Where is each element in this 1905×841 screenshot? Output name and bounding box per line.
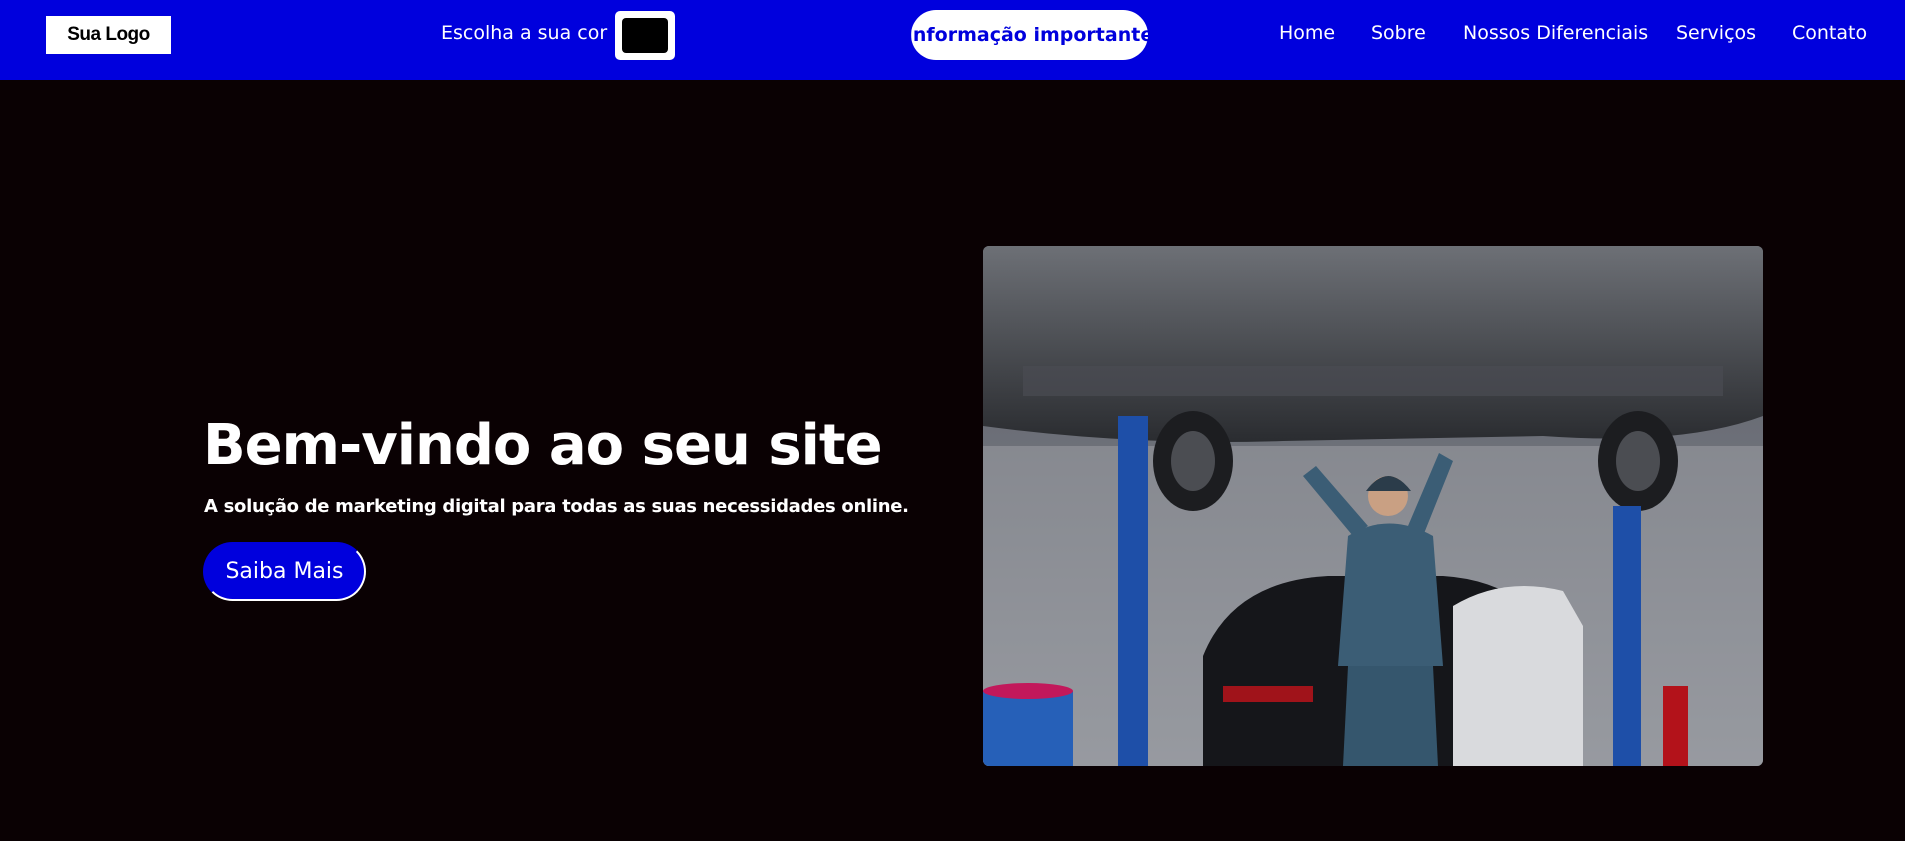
- nav-link-contato[interactable]: Contato: [1792, 22, 1867, 44]
- nav-link-sobre[interactable]: Sobre: [1371, 22, 1426, 44]
- saiba-mais-button[interactable]: Saiba Mais: [203, 542, 366, 601]
- hero-mechanic-image: [983, 246, 1763, 766]
- important-info-button[interactable]: Informação importante: [906, 10, 1153, 60]
- nav-link-diferenciais[interactable]: Nossos Diferenciais: [1463, 22, 1648, 44]
- site-logo[interactable]: Sua Logo: [46, 16, 171, 54]
- color-picker-button[interactable]: [615, 11, 675, 60]
- color-picker-label: Escolha a sua cor: [441, 22, 608, 44]
- hero-subtitle: A solução de marketing digital para toda…: [204, 496, 909, 517]
- color-picker-swatch: [622, 18, 668, 53]
- top-navigation-bar: Sua Logo Escolha a sua cor Informação im…: [0, 0, 1905, 80]
- nav-link-home[interactable]: Home: [1279, 22, 1335, 44]
- hero-title: Bem-vindo ao seu site: [203, 413, 883, 478]
- nav-link-servicos[interactable]: Serviços: [1676, 22, 1756, 44]
